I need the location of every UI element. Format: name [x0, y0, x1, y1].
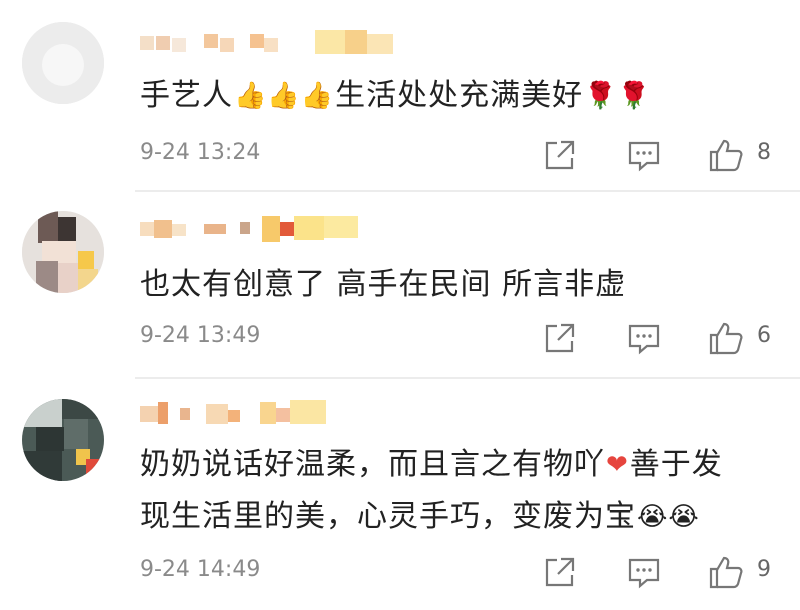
like-button[interactable]	[708, 554, 744, 590]
comment-item: 也太有创意了 高手在民间 所言非虚 9-24 13:49 6	[0, 192, 800, 377]
avatar[interactable]	[22, 211, 104, 293]
like-count: 8	[757, 140, 771, 165]
username-blurred[interactable]	[140, 400, 400, 430]
comment-text-line: 奶奶说话好温柔，而且言之有物吖❤善于发	[140, 442, 770, 488]
comment-time: 9-24 14:49	[140, 557, 261, 582]
thumbs-up-icon	[709, 139, 743, 172]
comment-item: 奶奶说话好温柔，而且言之有物吖❤善于发 现生活里的美，心灵手巧，变废为宝😭😭 9…	[0, 379, 800, 610]
comment-meta: 9-24 13:24 8	[140, 137, 775, 173]
comment-meta: 9-24 13:49 6	[140, 320, 775, 356]
comment-time: 9-24 13:49	[140, 323, 261, 348]
comment-text: 奶奶说话好温柔，而且言之有物吖❤善于发 现生活里的美，心灵手巧，变废为宝😭😭	[140, 442, 770, 540]
avatar[interactable]	[22, 22, 104, 104]
thumbs-up-emoji-icon: 👍👍👍	[234, 81, 335, 111]
comment-text: 也太有创意了 高手在民间 所言非虚	[140, 267, 627, 302]
comment-text-part: 生活处处充满美好	[335, 78, 584, 113]
share-icon[interactable]	[542, 137, 578, 173]
like-count: 6	[757, 323, 771, 348]
comment-text-line: 现生活里的美，心灵手巧，变废为宝😭😭	[140, 494, 770, 540]
share-icon[interactable]	[542, 554, 578, 590]
comment-item: 手艺人👍👍👍生活处处充满美好🌹🌹 9-24 13:24 8	[0, 0, 800, 190]
comment-icon[interactable]	[626, 554, 662, 590]
comment-icon[interactable]	[626, 137, 662, 173]
like-button[interactable]	[708, 137, 744, 173]
comment-text-part: 奶奶说话好温柔，而且言之有物吖	[140, 447, 605, 482]
comment-text-part: 手艺人	[140, 78, 233, 113]
like-count: 9	[757, 557, 771, 582]
share-icon[interactable]	[542, 320, 578, 356]
username-blurred[interactable]	[140, 216, 400, 246]
comment-text-part: 善于发	[629, 447, 723, 482]
thumbs-up-icon	[709, 322, 743, 355]
comment-icon[interactable]	[626, 320, 662, 356]
heart-emoji-icon: ❤	[606, 450, 629, 480]
comment-text-part: 现生活里的美，心灵手巧，变废为宝	[140, 499, 636, 534]
avatar[interactable]	[22, 399, 104, 481]
thumbs-up-icon	[709, 556, 743, 589]
like-button[interactable]	[708, 320, 744, 356]
crying-emoji-icon: 😭😭	[637, 502, 700, 532]
rose-emoji-icon: 🌹🌹	[584, 81, 651, 111]
username-blurred[interactable]	[140, 30, 400, 60]
comment-meta: 9-24 14:49 9	[140, 554, 775, 590]
comment-time: 9-24 13:24	[140, 140, 261, 165]
comment-text: 手艺人👍👍👍生活处处充满美好🌹🌹	[140, 73, 770, 119]
